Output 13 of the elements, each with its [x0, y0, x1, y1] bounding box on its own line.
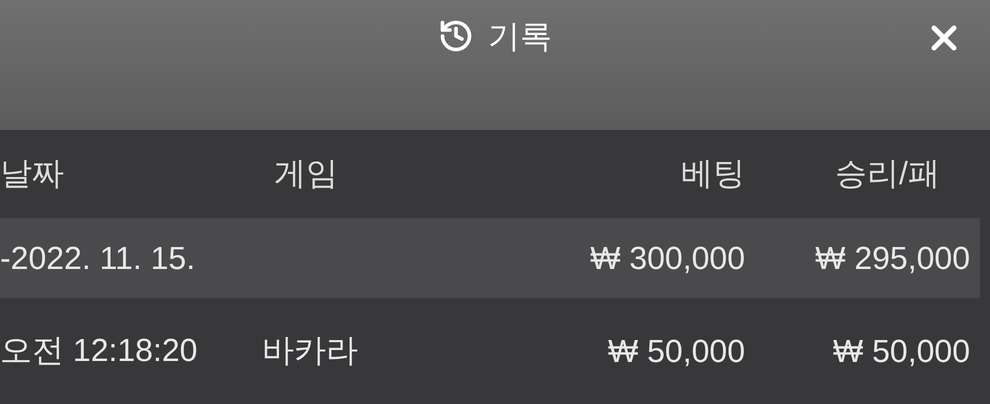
bet-cell-text: ₩ 50,000 — [607, 332, 745, 370]
total-win: ₩ 295,000 — [814, 240, 970, 276]
dialog-title: 기록 — [488, 17, 552, 56]
game-cell-text: 바카라 — [262, 331, 359, 370]
column-header: 베팅 — [680, 154, 745, 193]
win-cell-text: ₩ 50,000 — [832, 332, 970, 370]
column-header: 게임 — [273, 154, 339, 193]
date-range: -2022. 11. 15. — [0, 240, 196, 276]
total-bet: ₩ 300,000 — [589, 240, 745, 276]
column-header: 승리/패 — [834, 154, 941, 193]
column-header: 날짜 — [0, 154, 65, 193]
history-icon — [438, 18, 474, 54]
time-cell-text: 오전 12:18:20 — [0, 331, 198, 370]
